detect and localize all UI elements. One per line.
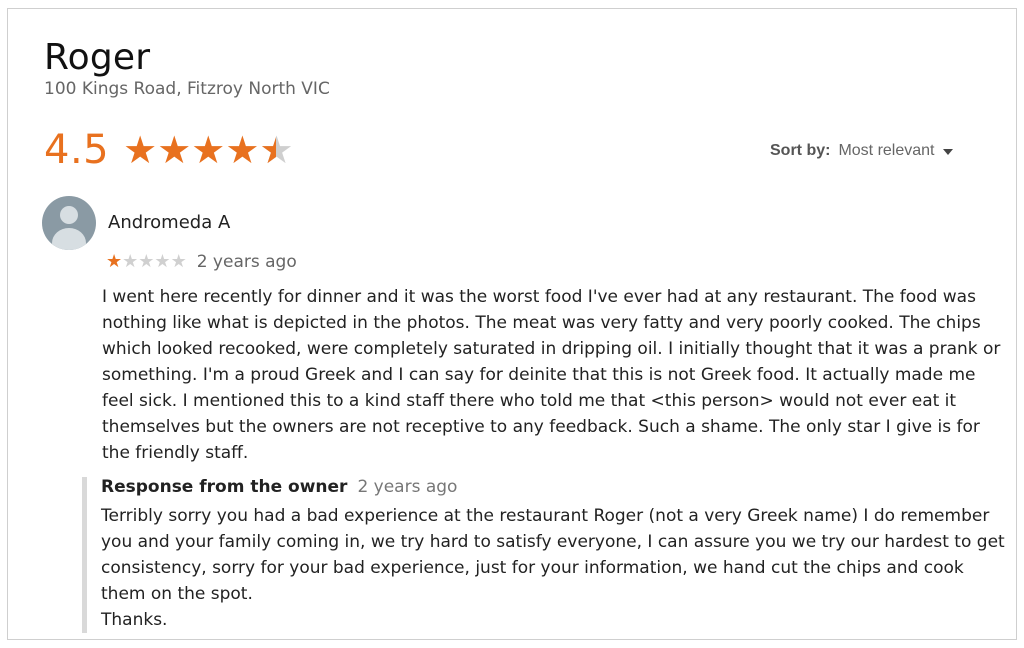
star-icon: ★ [106,251,123,272]
overall-rating: 4.5 ★ ★ ★ ★ ★★ [44,127,294,173]
star-icon: ★ [157,128,192,172]
half-star-icon: ★★ [259,128,294,172]
star-icon: ★ [170,251,187,272]
star-icon: ★ [191,128,226,172]
review-age: 2 years ago [196,252,297,272]
review-text: I went here recently for dinner and it w… [102,287,1001,463]
caret-down-icon [942,149,953,155]
reviewer-name[interactable]: Andromeda A [108,212,230,233]
business-address: 100 Kings Road, Fitzroy North VIC [44,79,330,99]
owner-response-header: Response from the owner 2 years ago [101,477,1007,497]
star-icon: ★ [123,128,158,172]
rating-number: 4.5 [44,127,110,173]
star-icon: ★ [122,251,139,272]
avatar-head [60,206,78,224]
star-icon: ★ [154,251,171,272]
sort-dropdown[interactable]: Sort by: Most relevant [770,142,953,160]
review-meta: ★ ★ ★ ★ ★ 2 years ago [106,252,297,272]
rating-stars: ★ ★ ★ ★ ★★ [123,131,293,169]
reviews-card: Roger 100 Kings Road, Fitzroy North VIC … [7,8,1017,640]
sort-label: Sort by: [770,142,831,159]
star-icon: ★ [138,251,155,272]
review-stars: ★ ★ ★ ★ ★ [106,253,187,271]
avatar-body [52,228,86,250]
reviewer-avatar[interactable] [42,196,96,250]
owner-response: Response from the owner 2 years ago Terr… [82,477,1007,633]
sort-value: Most relevant [838,142,935,159]
owner-response-age: 2 years ago [357,477,458,497]
business-name: Roger [44,37,151,78]
star-icon: ★ [225,128,260,172]
owner-response-text: Terribly sorry you had a bad experience … [101,506,1005,630]
owner-response-title: Response from the owner [101,477,348,497]
